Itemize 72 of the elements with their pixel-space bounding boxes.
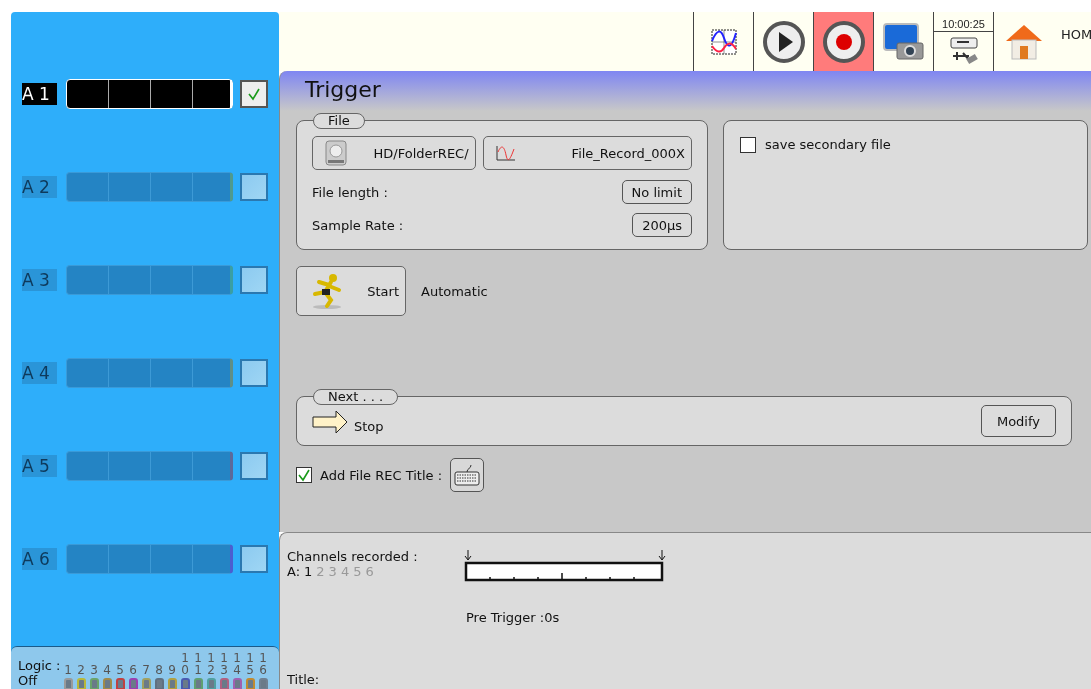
logic-channel-number: 1	[64, 664, 72, 676]
channel-label[interactable]: A 6	[22, 548, 57, 570]
start-button[interactable]: Start	[296, 266, 406, 316]
channel-prefix: A:	[287, 564, 301, 579]
logic-channel-number: 8	[155, 664, 163, 676]
channel-label[interactable]: A 4	[22, 362, 57, 384]
keyboard-icon	[454, 464, 480, 486]
channel-checkbox[interactable]	[240, 266, 268, 294]
title-label: Title:	[287, 672, 321, 687]
checkbox-label: Add File REC Title :	[320, 467, 442, 483]
recorded-channel: 3	[328, 564, 337, 579]
field-label: File length :	[312, 184, 388, 200]
play-icon	[762, 20, 805, 63]
toolbar-button[interactable]: 10:00:25	[933, 12, 993, 71]
field-label: Sample Rate :	[312, 217, 404, 233]
file-name-button[interactable]: File_Record_000X	[482, 136, 692, 170]
channels-label: Channels recorded :	[287, 549, 419, 564]
channel-label[interactable]: A 2	[22, 176, 57, 198]
logic-channel-number: 15	[246, 652, 254, 676]
logic-label: Logic :	[18, 658, 62, 673]
logic-channel-number: 13	[220, 652, 228, 676]
record-icon	[822, 20, 865, 63]
logic-channel-number: 14	[233, 652, 241, 676]
recorded-channel: 6	[365, 564, 374, 579]
pre-trigger-text: Pre Trigger :0s	[465, 610, 561, 625]
channel-checkbox[interactable]	[240, 545, 268, 573]
checkbox-label: save secondary file	[765, 137, 891, 152]
value-button[interactable]: No limit	[621, 180, 692, 204]
logic-channel-number: 7	[142, 664, 150, 676]
recorded-channel: 4	[340, 564, 350, 579]
group-legend: Next . . .	[313, 389, 399, 405]
right-arrow-icon	[312, 410, 348, 434]
channel-checkbox[interactable]	[240, 80, 268, 108]
checkbox[interactable]	[296, 467, 312, 483]
logic-channel-number: 6	[129, 664, 137, 676]
channel-label[interactable]: A 5	[22, 455, 57, 477]
screenshot-icon	[882, 22, 925, 61]
value-button[interactable]: 200µs	[632, 213, 692, 237]
check-icon	[297, 468, 311, 482]
home-label[interactable]: HOM	[1053, 12, 1091, 71]
keyboard-button[interactable]	[450, 458, 484, 492]
channel-checkbox[interactable]	[240, 359, 268, 387]
group-legend: File	[313, 113, 365, 129]
recorded-channel: 1	[304, 564, 313, 579]
logic-channel-number: 5	[116, 664, 124, 676]
logic-channel-number: 11	[194, 652, 202, 676]
logic-channel-number: 9	[168, 664, 176, 676]
recorded-channel: 5	[353, 564, 362, 579]
logic-channel-number: 3	[90, 664, 98, 676]
modify-button[interactable]: Modify	[980, 405, 1056, 437]
channel-label[interactable]: A 1	[22, 83, 57, 105]
folder-button[interactable]: HD/FolderREC/	[312, 136, 476, 170]
channel-label[interactable]: A 3	[22, 269, 57, 291]
channel-checkbox[interactable]	[240, 173, 268, 201]
trigger-mode: Automatic	[421, 283, 488, 299]
logic-channel-number: 4	[103, 664, 111, 676]
logic-channel-number: 2	[77, 664, 85, 676]
logic-channel-number: 10	[181, 652, 189, 676]
check-icon	[247, 87, 261, 101]
logic-state: Off	[18, 673, 39, 688]
logic-channel-number: 12	[207, 652, 215, 676]
logic-channel-number: 16	[259, 652, 267, 676]
recorded-channel: 2	[316, 564, 325, 579]
clock-time: 10:00:25	[934, 17, 993, 32]
waveform-icon	[495, 145, 516, 161]
waveform-icon	[710, 28, 737, 55]
panel-title: Trigger	[304, 77, 382, 104]
next-action: Stop	[354, 419, 384, 434]
checkbox[interactable]	[740, 137, 756, 153]
usb-drive-icon	[948, 36, 979, 66]
toolbar-button[interactable]	[813, 12, 873, 71]
channel-checkbox[interactable]	[240, 452, 268, 480]
